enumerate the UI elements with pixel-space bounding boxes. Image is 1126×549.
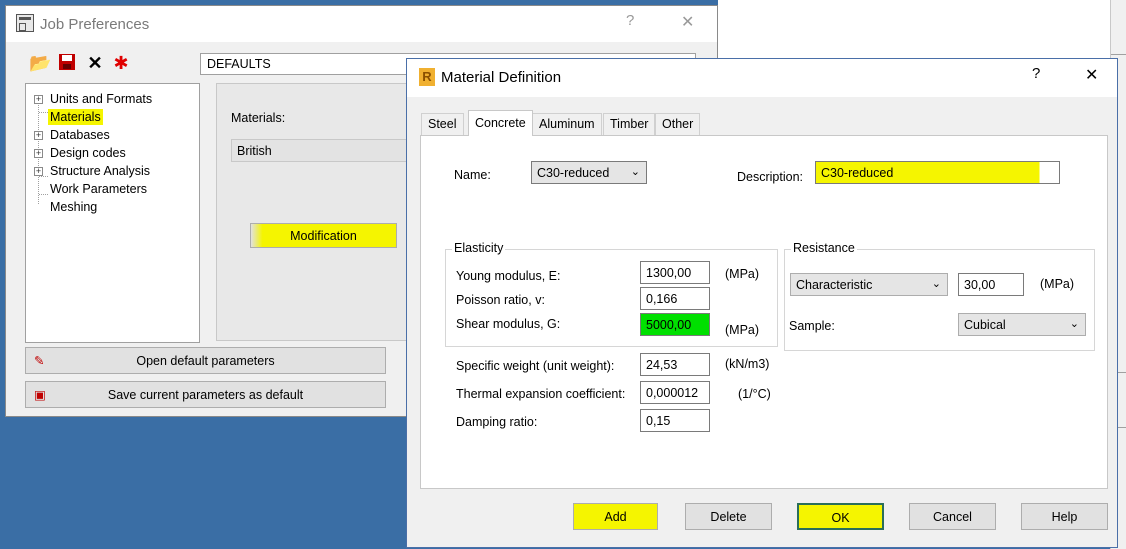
save-params-icon: ▣ xyxy=(34,388,46,402)
help-button[interactable]: Help xyxy=(1021,503,1108,530)
open-default-parameters-button[interactable]: ✎ Open default parameters xyxy=(25,347,386,374)
name-value: C30-reduced xyxy=(537,166,610,180)
open-folder-icon[interactable]: 📂 xyxy=(29,53,51,73)
shear-unit: (MPa) xyxy=(725,323,760,337)
young-unit: (MPa) xyxy=(725,267,760,281)
young-modulus-label: Young modulus, E: xyxy=(456,269,561,283)
preferences-tree: + Units and Formats Materials + Database… xyxy=(25,83,200,343)
add-button[interactable]: Add xyxy=(573,503,658,530)
shear-modulus-input[interactable]: 5000,00 xyxy=(640,313,710,336)
tree-item-units-and-formats[interactable]: Units and Formats xyxy=(50,91,152,107)
tree-item-databases[interactable]: Databases xyxy=(50,127,110,143)
help-icon[interactable]: ? xyxy=(626,12,634,29)
tree-item-materials[interactable]: Materials xyxy=(48,109,103,125)
tab-timber[interactable]: Timber xyxy=(603,113,656,135)
job-titlebar: Job Preferences ? ✕ xyxy=(6,6,717,42)
app-icon xyxy=(16,14,34,32)
cancel-button[interactable]: Cancel xyxy=(909,503,996,530)
delete-all-icon[interactable]: ✱ xyxy=(110,53,132,73)
name-select[interactable]: C30-reduced ⌄ xyxy=(531,161,647,184)
tree-item-work-parameters[interactable]: Work Parameters xyxy=(50,181,147,197)
save-default-label: Save current parameters as default xyxy=(107,388,304,402)
expand-icon[interactable]: + xyxy=(34,95,43,104)
resistance-title: Resistance xyxy=(791,241,857,255)
elasticity-title: Elasticity xyxy=(452,241,506,255)
description-input[interactable]: C30-reduced xyxy=(815,161,1060,184)
background-window xyxy=(718,0,1110,60)
tab-concrete[interactable]: Concrete xyxy=(468,110,533,136)
name-label: Name: xyxy=(454,168,491,182)
material-definition-dialog: R Material Definition ? ✕ Steel Concrete… xyxy=(406,58,1118,548)
resistance-type-value: Characteristic xyxy=(796,278,873,292)
robot-app-icon: R xyxy=(419,68,435,86)
material-titlebar: R Material Definition ? ✕ xyxy=(407,59,1117,97)
damping-ratio-label: Damping ratio: xyxy=(456,415,538,429)
damping-ratio-input[interactable]: 0,15 xyxy=(640,409,710,432)
save-icon[interactable] xyxy=(56,53,78,73)
open-default-label: Open default parameters xyxy=(136,354,275,368)
chevron-down-icon: ⌄ xyxy=(931,278,941,290)
tab-other[interactable]: Other xyxy=(655,113,701,135)
ok-button[interactable]: OK xyxy=(797,503,884,530)
poisson-ratio-label: Poisson ratio, v: xyxy=(456,293,545,307)
young-modulus-input[interactable]: 1300,00 xyxy=(640,261,710,284)
expand-icon[interactable]: + xyxy=(34,167,43,176)
help-icon[interactable]: ? xyxy=(1032,65,1040,82)
thermal-expansion-input[interactable]: 0,000012 xyxy=(640,381,710,404)
shear-modulus-label: Shear modulus, G: xyxy=(456,317,561,331)
save-default-parameters-button[interactable]: ▣ Save current parameters as default xyxy=(25,381,386,408)
tab-aluminum[interactable]: Aluminum xyxy=(532,113,602,135)
materials-label: Materials: xyxy=(231,111,286,125)
sample-value: Cubical xyxy=(964,318,1006,332)
job-window-title: Job Preferences xyxy=(40,16,150,33)
sample-label: Sample: xyxy=(789,319,835,333)
specific-weight-unit: (kN/m3) xyxy=(725,357,770,371)
delete-x-icon[interactable]: ✕ xyxy=(84,53,106,73)
sample-select[interactable]: Cubical ⌄ xyxy=(958,313,1086,336)
resistance-value-input[interactable]: 30,00 xyxy=(958,273,1024,296)
tree-item-design-codes[interactable]: Design codes xyxy=(50,145,126,161)
description-label: Description: xyxy=(737,170,803,184)
resistance-unit: (MPa) xyxy=(1040,277,1075,291)
expand-icon[interactable]: + xyxy=(34,149,43,158)
chevron-down-icon: ⌄ xyxy=(630,166,640,178)
thermal-expansion-label: Thermal expansion coefficient: xyxy=(456,387,626,401)
open-params-icon: ✎ xyxy=(34,354,45,368)
tree-item-structure-analysis[interactable]: Structure Analysis xyxy=(50,163,150,179)
resistance-type-select[interactable]: Characteristic ⌄ xyxy=(790,273,948,296)
concrete-tab-panel: Name: C30-reduced ⌄ Description: C30-red… xyxy=(420,135,1108,489)
close-icon[interactable]: ✕ xyxy=(1085,65,1098,85)
chevron-down-icon: ⌄ xyxy=(1069,318,1079,330)
modification-label: Modification xyxy=(290,229,357,243)
thermal-expansion-unit: (1/°C) xyxy=(738,387,771,401)
specific-weight-input[interactable]: 24,53 xyxy=(640,353,710,376)
tab-steel[interactable]: Steel xyxy=(421,113,464,135)
materials-combo[interactable]: British xyxy=(231,139,416,162)
delete-button[interactable]: Delete xyxy=(685,503,772,530)
tree-item-meshing[interactable]: Meshing xyxy=(50,199,97,215)
expand-icon[interactable]: + xyxy=(34,131,43,140)
poisson-ratio-input[interactable]: 0,166 xyxy=(640,287,710,310)
close-icon[interactable]: ✕ xyxy=(681,12,694,32)
specific-weight-label: Specific weight (unit weight): xyxy=(456,359,615,373)
modification-button[interactable]: Modification xyxy=(250,223,397,248)
material-dialog-title: Material Definition xyxy=(441,69,562,86)
